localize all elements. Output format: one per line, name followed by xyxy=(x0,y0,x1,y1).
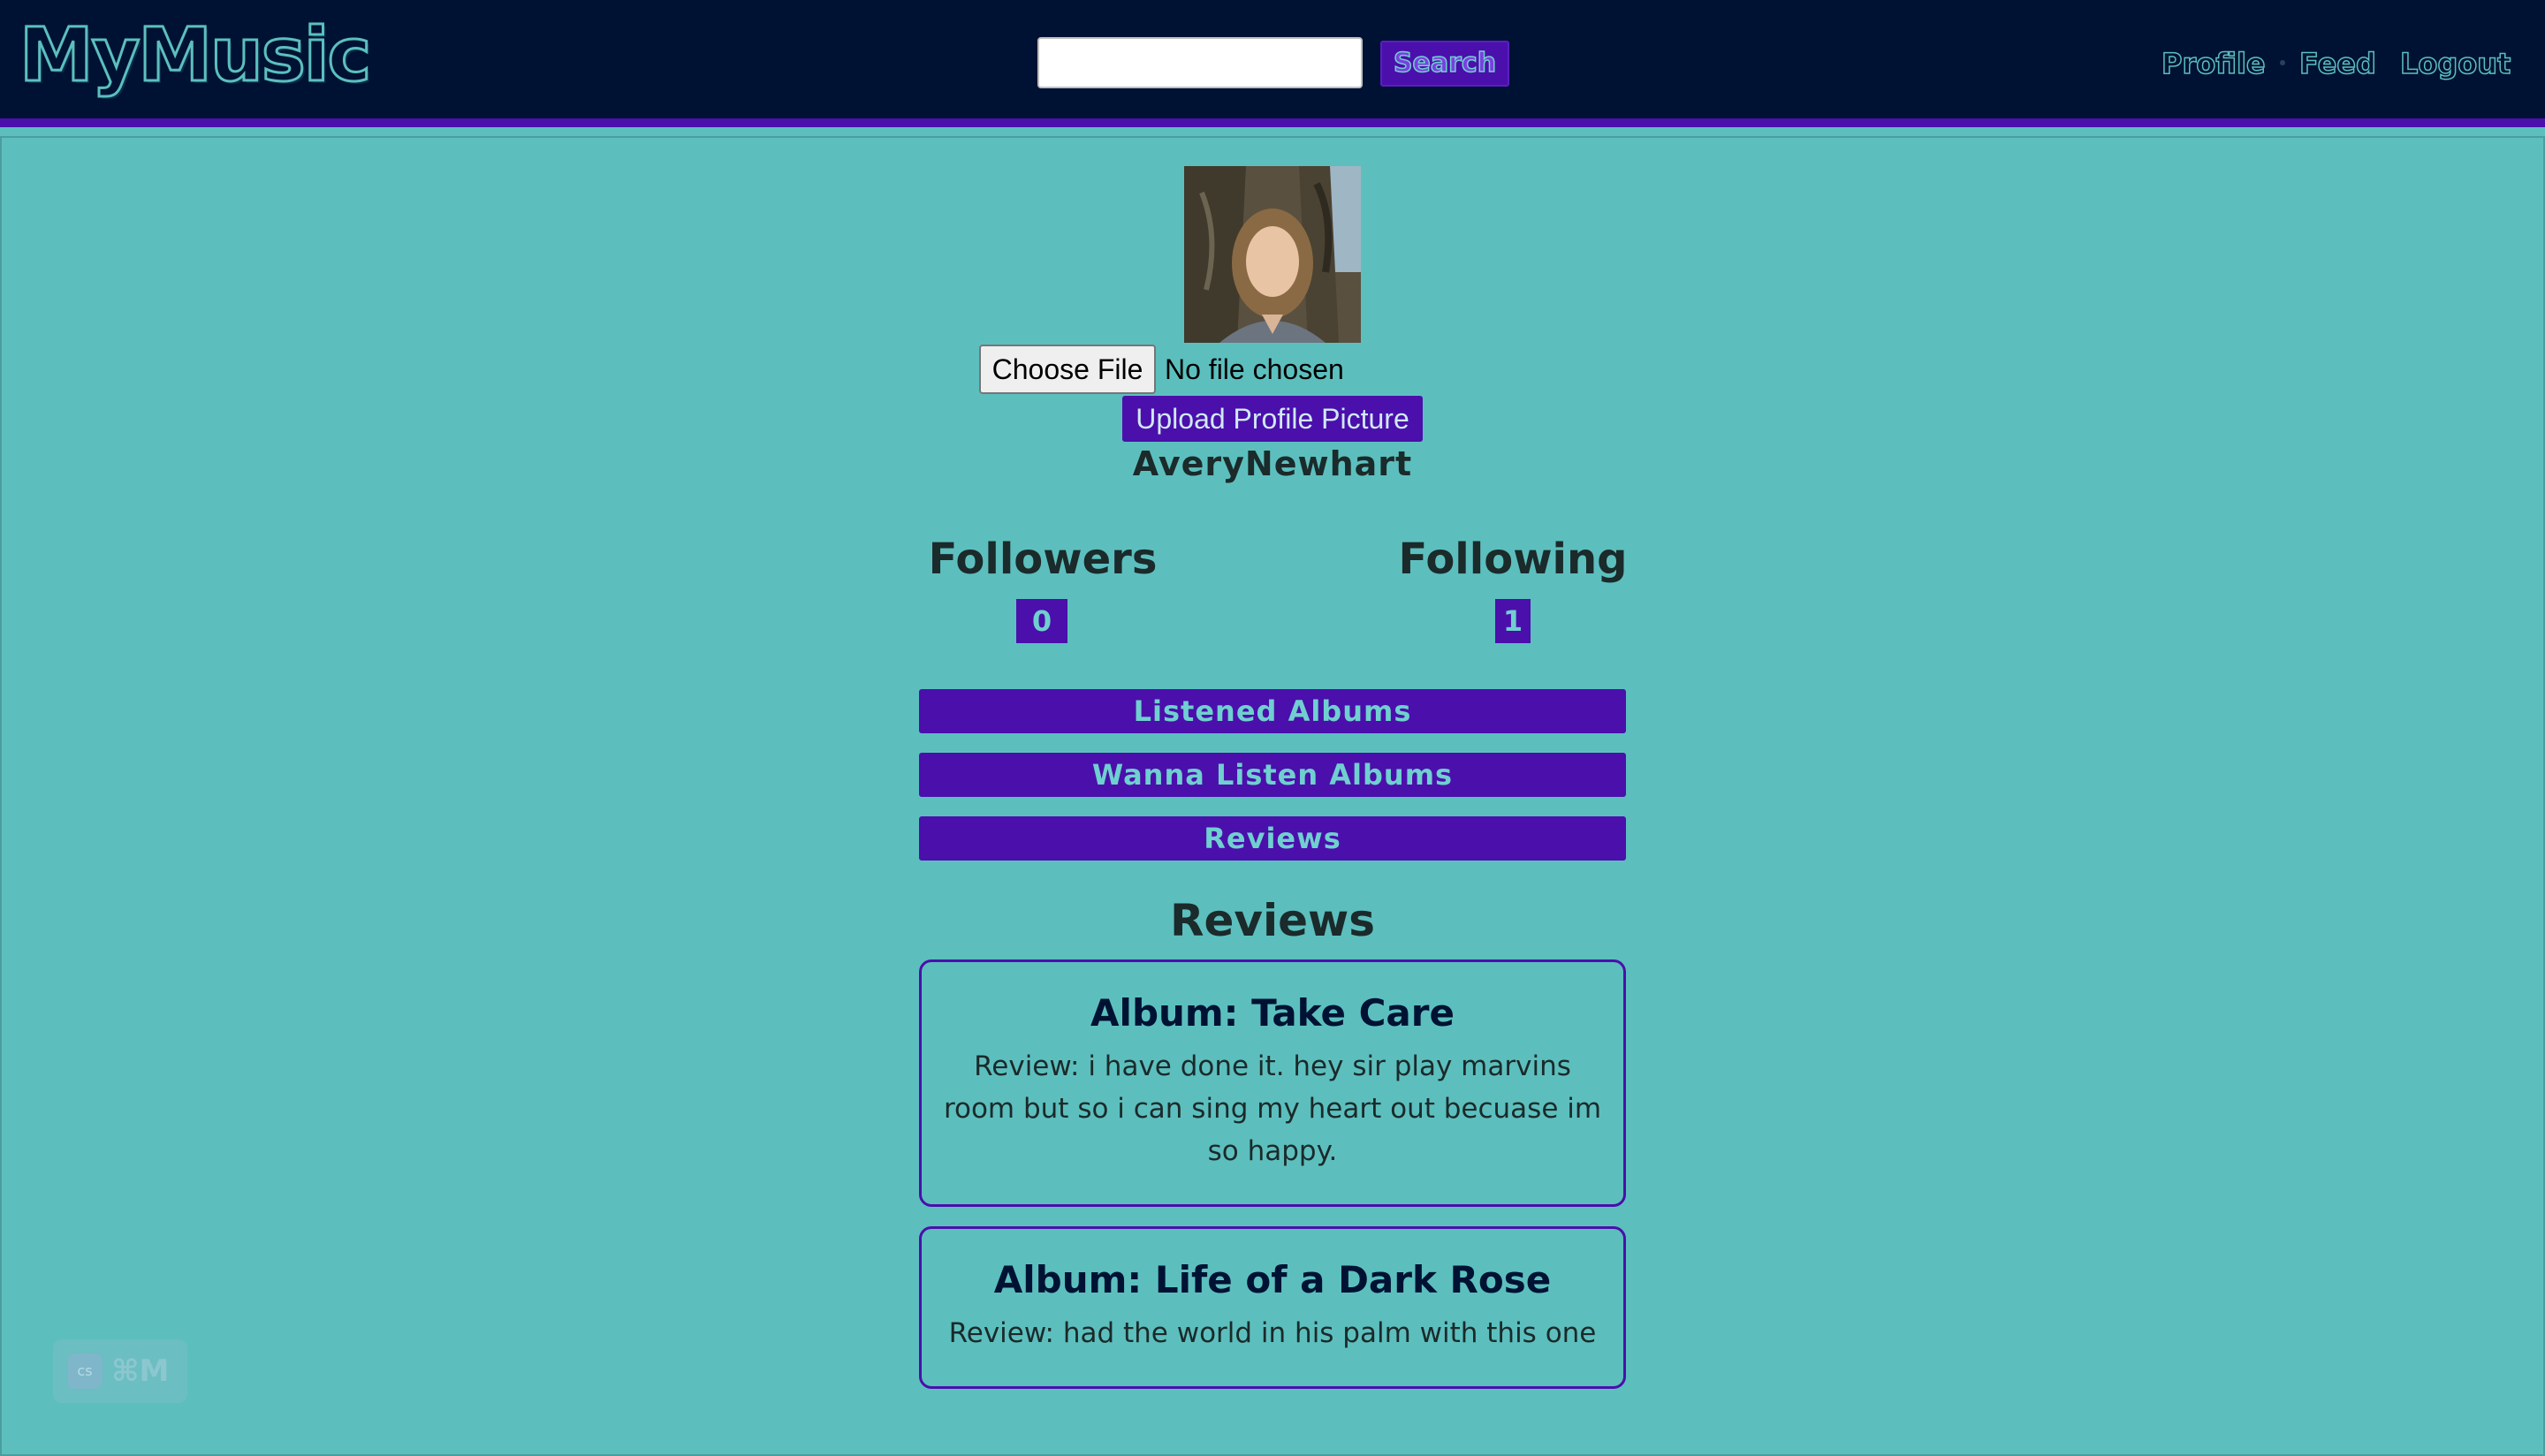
profile-photo-image xyxy=(1184,166,1361,343)
tab-wanna-listen-albums[interactable]: Wanna Listen Albums xyxy=(919,753,1626,797)
following-heading: Following xyxy=(1398,535,1628,584)
review-album-title: Album: Take Care xyxy=(1090,991,1455,1035)
nav-separator xyxy=(2280,60,2285,65)
search-input[interactable] xyxy=(1037,37,1363,88)
reviews-section-title: Reviews xyxy=(1169,895,1375,946)
site-logo[interactable]: MyMusic xyxy=(18,11,372,100)
followers-heading: Followers xyxy=(928,535,1158,584)
review-body: Review: i have done it. hey sir play mar… xyxy=(943,1050,1602,1167)
review-card: Album: Take Care Review: i have done it.… xyxy=(919,959,1626,1207)
followers-count[interactable]: 0 xyxy=(1016,599,1067,643)
review-body: Review: had the world in his palm with t… xyxy=(948,1317,1597,1349)
nav-logout-link[interactable]: Logout xyxy=(2399,44,2511,83)
search-button[interactable]: Search xyxy=(1380,41,1509,87)
choose-file-button[interactable]: Choose File xyxy=(979,345,1156,394)
profile-username: AveryNewhart xyxy=(1132,444,1413,483)
profile-picture-file-input: Choose File No file chosen xyxy=(979,345,1344,394)
tab-reviews[interactable]: Reviews xyxy=(919,816,1626,861)
nav-feed-link[interactable]: Feed xyxy=(2298,44,2376,83)
top-nav-bar: MyMusic Search Profile Feed Logout xyxy=(0,0,2545,127)
profile-avatar xyxy=(1184,166,1361,343)
shortcut-label: ⌘M xyxy=(111,1354,170,1389)
tab-listened-albums[interactable]: Listened Albums xyxy=(919,689,1626,733)
nav-profile-link[interactable]: Profile xyxy=(2161,44,2266,83)
upload-profile-picture-button[interactable]: Upload Profile Picture xyxy=(1122,396,1423,442)
cs-icon: cs xyxy=(67,1354,103,1389)
following-count[interactable]: 1 xyxy=(1495,599,1531,643)
shortcut-overlay-badge[interactable]: cs ⌘M xyxy=(53,1339,187,1403)
file-status-text: No file chosen xyxy=(1165,353,1344,385)
review-album-title: Album: Life of a Dark Rose xyxy=(993,1258,1552,1301)
review-card: Album: Life of a Dark Rose Review: had t… xyxy=(919,1226,1626,1389)
